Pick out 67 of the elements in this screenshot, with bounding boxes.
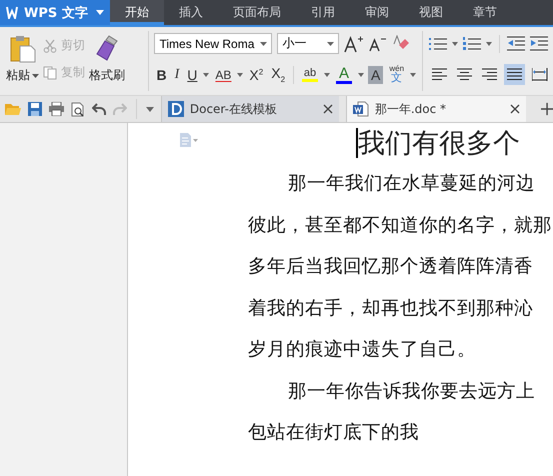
tab-title: Docer-在线模板 bbox=[190, 100, 277, 118]
close-icon[interactable] bbox=[510, 104, 520, 114]
caret-icon bbox=[452, 42, 458, 46]
caret-icon bbox=[260, 42, 268, 46]
ribbon-tab[interactable]: 视图 bbox=[404, 0, 458, 25]
caret-icon bbox=[324, 72, 330, 76]
docer-logo-icon bbox=[168, 101, 184, 117]
w-logo-icon bbox=[6, 6, 18, 19]
numbered-list-icon[interactable] bbox=[463, 36, 481, 50]
text-line: 多年后当我回忆那个透着阵阵清香 bbox=[248, 255, 533, 279]
bold-button[interactable]: B bbox=[154, 66, 169, 82]
paste-button[interactable]: 粘贴 bbox=[6, 67, 39, 84]
scissors-icon bbox=[43, 38, 57, 52]
save-icon[interactable] bbox=[28, 102, 42, 116]
char-shading-button[interactable]: A bbox=[368, 66, 384, 84]
superscript-button[interactable]: X$^{2}$ bbox=[247, 66, 266, 82]
caret-icon[interactable] bbox=[146, 106, 154, 112]
text-line: 着我的右手，却再也找不到那种沁 bbox=[248, 296, 533, 320]
italic-button[interactable]: I bbox=[172, 66, 182, 82]
close-icon[interactable] bbox=[322, 104, 333, 114]
caret-icon bbox=[203, 72, 210, 76]
text-line: 包站在街灯底下的我 bbox=[248, 421, 419, 445]
caret-icon bbox=[237, 72, 244, 76]
font-size-dropdown[interactable]: 小一 bbox=[277, 33, 340, 54]
font-family-dropdown[interactable]: Times New Roma bbox=[154, 33, 272, 54]
app-menu-button[interactable]: WPS 文字 bbox=[0, 0, 110, 25]
text-line: 岁月的痕迹中遗失了自己。 bbox=[248, 338, 476, 362]
underline-button[interactable]: U bbox=[185, 66, 200, 82]
font-color-button[interactable]: A bbox=[334, 66, 354, 84]
justify-align-button[interactable] bbox=[504, 64, 525, 85]
text-line: 那一年我们在水草蔓延的河边 bbox=[287, 172, 535, 196]
document-heading: 我们有很多个 bbox=[358, 127, 520, 161]
caret-icon bbox=[32, 74, 39, 78]
ribbon-tab[interactable]: 插入 bbox=[164, 0, 218, 25]
caret-icon bbox=[486, 42, 492, 46]
shrink-font-icon[interactable] bbox=[369, 36, 388, 52]
new-tab-icon[interactable] bbox=[540, 102, 553, 116]
clipboard-icon bbox=[10, 35, 36, 63]
copy-icon bbox=[43, 66, 57, 80]
grow-font-icon[interactable] bbox=[344, 34, 364, 52]
text-line: 那一年你告诉我你要去远方上 bbox=[287, 380, 535, 404]
bullet-list-icon[interactable] bbox=[429, 36, 447, 50]
text-line: 彼此，甚至都不知道你的名字，就那 bbox=[248, 214, 552, 238]
tab-title: 那一年.doc * bbox=[374, 100, 446, 118]
caret-icon bbox=[358, 72, 364, 76]
document-tab[interactable]: Docer-在线模板 bbox=[160, 96, 339, 122]
format-painter-button[interactable]: 格式刷 bbox=[89, 67, 125, 84]
ribbon-tab[interactable]: 引用 bbox=[296, 0, 350, 25]
print-preview-icon[interactable] bbox=[71, 102, 85, 116]
ribbon-tab[interactable]: 审阅 bbox=[350, 0, 404, 25]
ribbon-tab[interactable]: 章节 bbox=[458, 0, 512, 25]
print-icon[interactable] bbox=[49, 102, 64, 116]
increase-indent-icon[interactable] bbox=[530, 36, 548, 51]
caret-icon bbox=[410, 72, 416, 76]
ribbon-tab[interactable]: 开始 bbox=[110, 0, 164, 25]
strike-button[interactable]: AB bbox=[213, 68, 234, 82]
phonetic-guide-button[interactable]: wén 文 bbox=[387, 65, 406, 84]
subscript-button[interactable]: X$_{2}$ bbox=[269, 65, 288, 84]
ribbon-tab[interactable]: 页面布局 bbox=[218, 0, 296, 25]
caret-icon bbox=[96, 10, 104, 15]
caret-icon bbox=[327, 42, 334, 46]
word-document-icon bbox=[352, 101, 369, 117]
paintbrush-icon bbox=[95, 35, 119, 63]
undo-icon[interactable] bbox=[92, 103, 106, 115]
decrease-indent-icon[interactable] bbox=[507, 36, 525, 51]
highlight-button[interactable]: ab bbox=[300, 68, 320, 82]
document-tab[interactable]: 那一年.doc * bbox=[346, 96, 526, 122]
